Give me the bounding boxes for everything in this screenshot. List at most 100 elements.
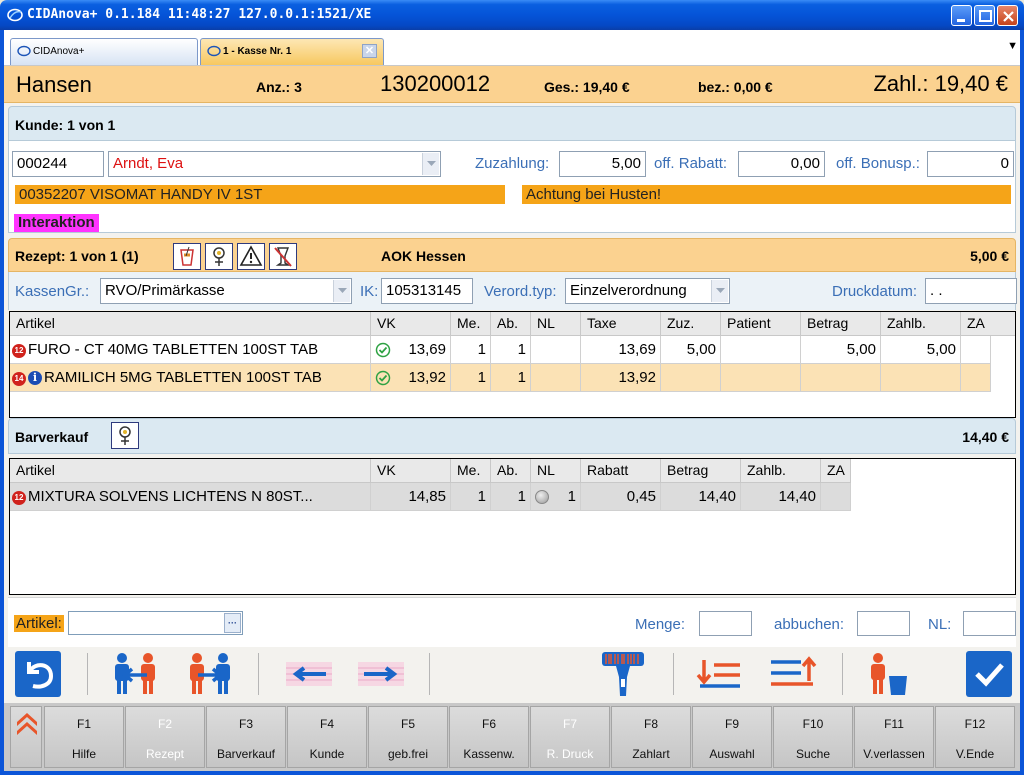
me-cell: 1 bbox=[451, 364, 491, 392]
fkey-f2-button[interactable]: F2 Rezept bbox=[125, 706, 205, 768]
tab-kasse[interactable]: 1 - Kasse Nr. 1 ✕ bbox=[200, 38, 384, 65]
sort-down-icon[interactable] bbox=[694, 649, 744, 699]
col-header[interactable]: Betrag bbox=[801, 312, 881, 336]
nl-input[interactable] bbox=[963, 611, 1016, 636]
col-header[interactable]: Zahlb. bbox=[881, 312, 961, 336]
col-header[interactable]: ZA bbox=[961, 312, 1015, 336]
device-info: 00352207 VISOMAT HANDY IV 1ST bbox=[15, 185, 505, 204]
za-cell bbox=[961, 336, 991, 364]
toolbar-separator bbox=[87, 653, 88, 695]
vk-value: 13,69 bbox=[408, 341, 446, 358]
kassengr-combo[interactable]: RVO/Primärkasse bbox=[100, 278, 352, 304]
arrow-right-icon[interactable] bbox=[356, 649, 406, 699]
col-header[interactable]: NL bbox=[531, 312, 581, 336]
warning-icon[interactable] bbox=[237, 243, 265, 270]
verord-combo[interactable]: Einzelverordnung bbox=[565, 278, 730, 304]
col-header[interactable]: NL bbox=[531, 459, 581, 483]
col-header[interactable]: Artikel bbox=[10, 312, 371, 336]
undo-icon[interactable] bbox=[13, 649, 63, 699]
fkey-f1-button[interactable]: F1 Hilfe bbox=[44, 706, 124, 768]
col-header[interactable]: Rabatt bbox=[581, 459, 661, 483]
fkey-code: F3 bbox=[238, 717, 253, 731]
chevron-down-icon[interactable] bbox=[333, 280, 350, 302]
arrow-left-icon[interactable] bbox=[284, 649, 334, 699]
col-header[interactable]: VK bbox=[371, 459, 451, 483]
fkey-code: F12 bbox=[964, 717, 986, 731]
maximize-button[interactable] bbox=[974, 5, 995, 26]
check-icon bbox=[375, 342, 391, 358]
fkey-f12-button[interactable]: F12 V.Ende bbox=[935, 706, 1015, 768]
fkey-f3-button[interactable]: F3 Barverkauf bbox=[206, 706, 286, 768]
minimize-button[interactable] bbox=[951, 5, 972, 26]
window-frame: CIDAnova+ 1 - Kasse Nr. 1 ✕ ▼ Hansen Anz… bbox=[0, 30, 1024, 775]
function-key-bar: F1 Hilfe F2 Rezept F3 Barverkauf F4 Kunde F5 geb.… bbox=[4, 703, 1020, 771]
col-header[interactable]: Artikel bbox=[10, 459, 371, 483]
cash-sale-header: Barverkauf 14,40 € bbox=[8, 418, 1016, 454]
info-icon: i bbox=[28, 371, 42, 385]
customer-in-icon[interactable] bbox=[185, 649, 235, 699]
tab-close-icon[interactable]: ✕ bbox=[362, 44, 377, 58]
fkey-label: Rezept bbox=[145, 747, 185, 761]
col-header[interactable]: Me. bbox=[451, 459, 491, 483]
receipt-number: 130200012 bbox=[380, 71, 491, 96]
fkey-f4-button[interactable]: F4 Kunde bbox=[287, 706, 367, 768]
col-header[interactable]: ZA bbox=[821, 459, 851, 483]
za-cell bbox=[961, 364, 991, 392]
abbuchen-input[interactable] bbox=[857, 611, 910, 636]
fkey-code: F2 bbox=[157, 717, 172, 731]
fkey-expand-button[interactable] bbox=[10, 706, 42, 768]
fkey-f10-button[interactable]: F10 Suche bbox=[773, 706, 853, 768]
prescription-amount: 5,00 € bbox=[970, 248, 1009, 264]
insurance-name: AOK Hessen bbox=[381, 248, 466, 264]
col-header[interactable]: Zahlb. bbox=[741, 459, 821, 483]
druckdatum-label: Druckdatum: bbox=[832, 283, 918, 300]
person-trash-icon[interactable] bbox=[862, 649, 912, 699]
fkey-label: V.Ende bbox=[955, 747, 995, 761]
col-header[interactable]: Taxe bbox=[581, 312, 661, 336]
col-header[interactable]: Ab. bbox=[491, 312, 531, 336]
col-header[interactable]: Me. bbox=[451, 312, 491, 336]
close-button[interactable] bbox=[997, 5, 1018, 26]
zuzahlung-field[interactable]: 5,00 bbox=[559, 151, 646, 177]
bonus-field[interactable]: 0 bbox=[927, 151, 1014, 177]
customer-name: Hansen bbox=[16, 72, 92, 97]
col-header[interactable]: Betrag bbox=[661, 459, 741, 483]
chevron-down-icon[interactable] bbox=[422, 153, 439, 175]
female-icon[interactable] bbox=[205, 243, 233, 270]
fkey-f6-button[interactable]: F6 Kassenw. bbox=[449, 706, 529, 768]
menge-input[interactable] bbox=[699, 611, 752, 636]
fkey-code: F1 bbox=[76, 717, 91, 731]
no-alcohol-icon[interactable] bbox=[269, 243, 297, 270]
interaction-badge[interactable]: Interaktion bbox=[14, 214, 99, 232]
artikel-input[interactable] bbox=[68, 611, 243, 635]
cup-icon[interactable] bbox=[173, 243, 201, 270]
sort-up-icon[interactable] bbox=[767, 649, 817, 699]
barcode-scanner-icon[interactable] bbox=[598, 649, 648, 699]
fkey-f9-button[interactable]: F9 Auswahl bbox=[692, 706, 772, 768]
fkey-f8-button[interactable]: F8 Zahlart bbox=[611, 706, 691, 768]
ik-field[interactable]: 105313145 bbox=[381, 278, 473, 304]
toolbar-separator bbox=[429, 653, 430, 695]
chevron-double-up-icon bbox=[17, 713, 37, 735]
customer-warning: Achtung bei Husten! bbox=[522, 185, 1011, 204]
fkey-label: geb.frei bbox=[387, 747, 429, 761]
fkey-f5-button[interactable]: F5 geb.frei bbox=[368, 706, 448, 768]
tab-menu-icon[interactable]: ▼ bbox=[1007, 40, 1018, 52]
col-header[interactable]: VK bbox=[371, 312, 451, 336]
chevron-down-icon[interactable] bbox=[711, 280, 728, 302]
col-header[interactable]: Ab. bbox=[491, 459, 531, 483]
me-cell: 1 bbox=[451, 483, 491, 511]
female-icon[interactable] bbox=[111, 422, 139, 449]
col-header[interactable]: Zuz. bbox=[661, 312, 721, 336]
customer-out-icon[interactable] bbox=[110, 649, 160, 699]
rabatt-field[interactable]: 0,00 bbox=[738, 151, 825, 177]
customer-id-field[interactable]: 000244 bbox=[12, 151, 104, 177]
customer-name-combo[interactable]: Arndt, Eva bbox=[108, 151, 441, 177]
fkey-f7-button[interactable]: F7 R. Druck bbox=[530, 706, 610, 768]
confirm-icon[interactable] bbox=[964, 649, 1014, 699]
tab-cidanova[interactable]: CIDAnova+ bbox=[10, 38, 198, 65]
browse-button[interactable]: ··· bbox=[224, 613, 241, 633]
druckdatum-field[interactable]: . . bbox=[925, 278, 1017, 304]
col-header[interactable]: Patient bbox=[721, 312, 801, 336]
fkey-f11-button[interactable]: F11 V.verlassen bbox=[854, 706, 934, 768]
